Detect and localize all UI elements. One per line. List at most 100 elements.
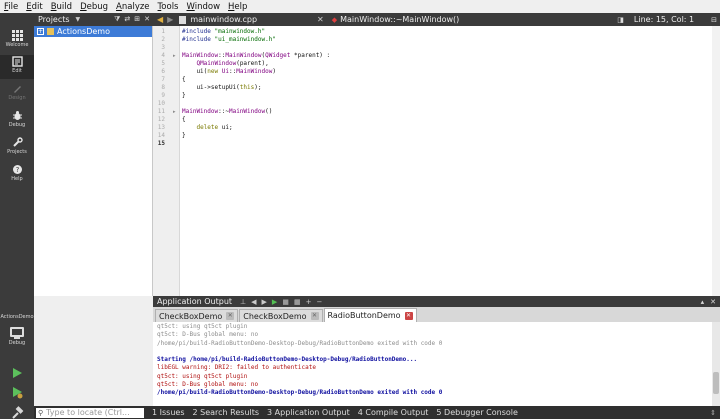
line-number: 6 xyxy=(161,68,165,75)
mode-projects[interactable]: Projects xyxy=(0,136,34,160)
open-file-selector[interactable]: mainwindow.cpp xyxy=(190,15,257,24)
menu-file[interactable]: File xyxy=(4,2,18,12)
code-text[interactable]: #include "mainwindow.h" #include "ui_main… xyxy=(182,28,330,148)
status-tab-application-output[interactable]: 3 Application Output xyxy=(267,408,350,417)
line-number: 10 xyxy=(157,100,165,107)
kit-project-name: ActionsDemo xyxy=(0,314,34,320)
prev-icon[interactable]: ◀ xyxy=(251,298,256,306)
close-tab-icon[interactable]: ✕ xyxy=(226,312,235,320)
menu-debug[interactable]: Debug xyxy=(80,2,108,12)
menu-bar: File Edit Build Debug Analyze Tools Wind… xyxy=(0,0,720,13)
code-line: delete ui; xyxy=(196,124,233,131)
bug-icon xyxy=(11,110,23,121)
project-tree: + ActionsDemo xyxy=(34,26,153,296)
mode-sidebar: Welcome Edit Design Debug Projects ? Hel… xyxy=(0,13,34,419)
application-output[interactable]: qt5ct: using qt5ct plugin qt5ct: D-Bus gl… xyxy=(153,322,720,406)
line-number: 12 xyxy=(157,116,165,123)
line-number: 7 xyxy=(161,76,165,83)
fold-marker-icon[interactable]: ▸ xyxy=(173,52,176,60)
tab-radiobuttondemo[interactable]: RadioButtonDemo ✕ xyxy=(323,308,417,322)
back-arrow-icon[interactable]: ◀ xyxy=(157,15,163,24)
mode-help[interactable]: ? Help xyxy=(0,163,34,187)
zoom-out-icon[interactable]: − xyxy=(316,298,322,306)
split-icon[interactable]: ⊞ xyxy=(134,15,140,24)
line-number: 13 xyxy=(157,124,165,131)
tab-checkboxdemo-1[interactable]: CheckBoxDemo ✕ xyxy=(155,309,239,322)
stop-icon[interactable]: ■ xyxy=(282,298,289,306)
attach-icon[interactable]: ▦ xyxy=(294,298,301,306)
chevron-down-icon[interactable]: ▼ xyxy=(76,16,81,23)
design-icon xyxy=(11,83,23,94)
mode-edit[interactable]: Edit xyxy=(0,55,34,79)
code-line: { xyxy=(182,76,186,83)
project-folder-icon xyxy=(47,28,54,35)
code-line: #include "ui_mainwindow.h" xyxy=(182,36,276,43)
editor-scrollbar[interactable] xyxy=(712,26,720,296)
mode-debug[interactable]: Debug xyxy=(0,109,34,133)
menu-analyze[interactable]: Analyze xyxy=(116,2,150,12)
code-editor[interactable]: 1 2 3 4 ▸ 5 6 7 8 9 10 11 ▸ 12 13 14 15 #include "mainwi… xyxy=(153,26,720,296)
kit-build-mode: Debug xyxy=(8,340,26,346)
projects-view-selector[interactable]: Projects xyxy=(38,15,70,24)
fold-marker-icon[interactable]: ▸ xyxy=(173,108,176,116)
split-view-icon[interactable]: ⊟ xyxy=(711,16,717,24)
kit-selector[interactable]: ActionsDemo Debug xyxy=(0,313,34,346)
debug-run-button[interactable] xyxy=(10,385,24,399)
scrollbar-thumb[interactable] xyxy=(713,372,719,394)
close-tab-icon[interactable]: ✕ xyxy=(310,312,319,320)
close-document-icon[interactable]: ✕ xyxy=(317,15,324,24)
output-line: qt5ct: using qt5ct plugin xyxy=(157,372,248,380)
locator-placeholder: Type to locate (Ctrl... xyxy=(46,408,130,417)
menu-tools[interactable]: Tools xyxy=(158,2,179,12)
tab-checkboxdemo-2[interactable]: CheckBoxDemo ✕ xyxy=(239,309,323,322)
mode-label: Debug xyxy=(8,122,26,128)
close-tab-icon[interactable]: ✕ xyxy=(404,311,413,320)
menu-help[interactable]: Help xyxy=(228,2,247,12)
status-tab-compile-output[interactable]: 4 Compile Output xyxy=(358,408,429,417)
forward-arrow-icon[interactable]: ▶ xyxy=(167,15,173,24)
menu-build[interactable]: Build xyxy=(51,2,72,12)
cursor-position[interactable]: Line: 15, Col: 1 xyxy=(634,15,694,24)
status-tab-search-results[interactable]: 2 Search Results xyxy=(193,408,260,417)
grid-icon xyxy=(11,30,23,41)
line-number: 4 xyxy=(161,52,165,59)
output-tabs: CheckBoxDemo ✕ CheckBoxDemo ✕ RadioButto… xyxy=(153,307,720,322)
next-icon[interactable]: ▶ xyxy=(262,298,267,306)
tree-item-project[interactable]: + ActionsDemo xyxy=(34,26,152,37)
build-button[interactable] xyxy=(10,406,24,419)
project-name: ActionsDemo xyxy=(57,27,110,36)
symbol-selector[interactable]: MainWindow::~MainWindow() xyxy=(340,15,459,24)
close-icon[interactable]: ✕ xyxy=(144,15,150,24)
code-line: } xyxy=(182,132,186,139)
status-tab-issues[interactable]: 1 Issues xyxy=(152,408,185,417)
output-text: qt5ct: using qt5ct plugin qt5ct: D-Bus gl… xyxy=(157,323,442,398)
locator-input[interactable]: ⚲ Type to locate (Ctrl... xyxy=(36,407,144,418)
link-icon[interactable]: ⇄ xyxy=(124,15,130,24)
line-number: 15 xyxy=(157,140,165,147)
run-button[interactable] xyxy=(10,366,24,380)
mode-welcome[interactable]: Welcome xyxy=(0,29,34,53)
edit-icon xyxy=(11,56,23,67)
close-pane-icon[interactable]: ✕ xyxy=(710,298,716,306)
symbol-icon: ◆ xyxy=(331,15,338,24)
rerun-icon[interactable]: ▶ xyxy=(272,298,277,306)
filter-icon[interactable]: ⧩ xyxy=(114,15,120,24)
status-tab-debugger-console[interactable]: 5 Debugger Console xyxy=(436,408,518,417)
output-scrollbar[interactable] xyxy=(712,322,720,406)
line-number-gutter: 1 2 3 4 ▸ 5 6 7 8 9 10 11 ▸ 12 13 14 15 xyxy=(153,26,180,296)
output-line: libEGL warning: DRI2: failed to authenti… xyxy=(157,364,316,372)
expand-icon[interactable]: + xyxy=(37,28,44,35)
hammer-icon xyxy=(12,412,19,419)
panes-arrow-icon[interactable]: ⇕ xyxy=(710,409,716,417)
zoom-in-icon[interactable]: + xyxy=(306,298,312,306)
output-menu-icon[interactable]: ⊥ xyxy=(240,298,246,306)
split-editor-icon[interactable]: ◨ xyxy=(617,16,624,24)
mode-label: Design xyxy=(8,95,26,101)
maximize-icon[interactable]: ▴ xyxy=(701,298,705,306)
menu-window[interactable]: Window xyxy=(187,2,221,12)
menu-edit[interactable]: Edit xyxy=(26,2,42,12)
mode-design[interactable]: Design xyxy=(0,82,34,106)
code-line: ui->setupUi(this); xyxy=(182,84,262,91)
